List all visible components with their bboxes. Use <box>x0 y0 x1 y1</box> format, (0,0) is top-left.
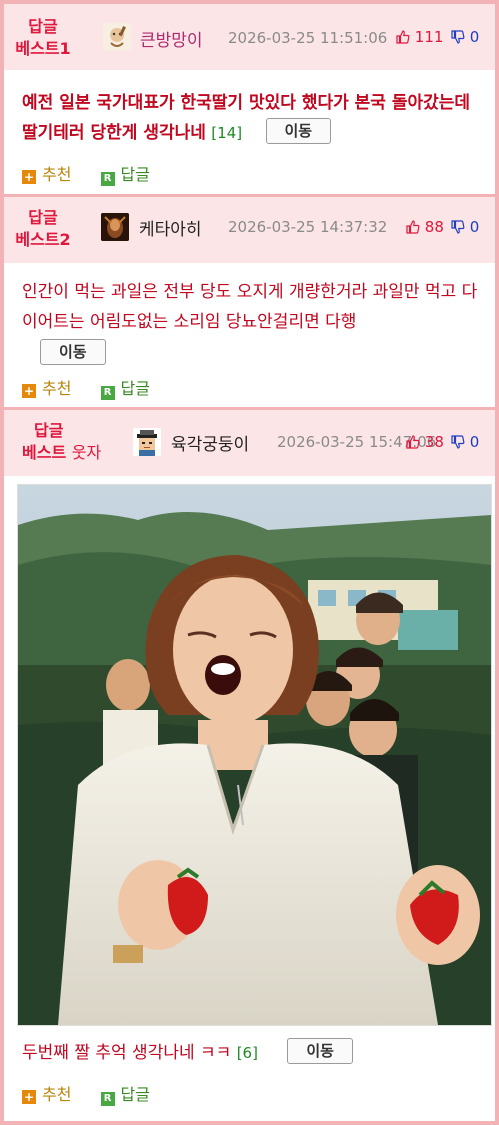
comment-body: 인간이 먹는 과일은 전부 당도 오지게 개량한거라 과일만 먹고 다이어트는 … <box>22 277 482 369</box>
move-button[interactable]: 이동 <box>287 1038 353 1064</box>
plus-icon: + <box>22 170 36 184</box>
comment-text: 두번째 짤 추억 생각나네 ㅋㅋ <box>22 1043 232 1063</box>
comment-actions: + 추천 R 답글 <box>22 375 150 400</box>
comment-body: 예전 일본 국가대표가 한국딸기 맛있다 했다가 본국 돌아갔는데 딸기테러 당… <box>22 88 482 148</box>
upvote-button[interactable]: 111 <box>396 28 443 46</box>
recommend-label: 추천 <box>42 1085 72 1104</box>
post-datetime: 2026-03-25 11:51:06 <box>228 29 388 47</box>
downvote-count: 0 <box>469 28 480 46</box>
plus-icon: + <box>22 1090 36 1104</box>
avatar[interactable] <box>101 213 129 241</box>
attached-photo[interactable] <box>17 484 492 1026</box>
downvote-count: 0 <box>469 218 480 236</box>
comment-actions: + 추천 R 답글 <box>22 161 150 186</box>
recommend-button[interactable]: + 추천 <box>22 1085 71 1104</box>
best-label: 답글 <box>28 208 58 227</box>
nickname[interactable]: 큰방망이 <box>140 26 203 51</box>
recommend-button[interactable]: + 추천 <box>22 165 71 184</box>
thumbs-up-icon <box>406 220 420 234</box>
comment-header: 답글 베스트 웃자 육각궁둥이 2026-03-25 15:47:06 38 0 <box>4 410 495 476</box>
upvote-count: 111 <box>414 28 444 46</box>
photo-strawberry-picking <box>18 485 491 1025</box>
nickname[interactable]: 육각궁둥이 <box>171 430 249 455</box>
best-badge: 답글 베스트 웃자 <box>22 420 132 464</box>
comment-header: 답글 베스트1 큰방망이 2026-03-25 11:51:06 111 0 <box>4 4 495 70</box>
reply-button[interactable]: R 답글 <box>77 165 150 186</box>
reply-r-icon: R <box>100 172 115 186</box>
plus-icon: + <box>22 384 36 398</box>
recommend-label: 추천 <box>42 379 72 398</box>
best-rank: 베스트 <box>22 443 67 462</box>
comment-list: 답글 베스트1 큰방망이 2026-03-25 11:51:06 111 0 예… <box>4 4 495 1121</box>
reply-r-icon: R <box>100 1092 115 1106</box>
recommend-label: 추천 <box>42 165 72 184</box>
best-rank: 베스트2 <box>15 230 71 249</box>
category-tag[interactable]: 웃자 <box>72 443 101 462</box>
reply-label: 답글 <box>120 165 150 184</box>
thumbs-up-icon <box>396 30 410 44</box>
best-label: 답글 <box>28 17 58 36</box>
post-datetime: 2026-03-25 14:37:32 <box>228 218 388 236</box>
comment-text: 인간이 먹는 과일은 전부 당도 오지게 개량한거라 과일만 먹고 다이어트는 … <box>22 282 478 332</box>
comment-actions: + 추천 R 답글 <box>22 1081 150 1106</box>
thumbs-down-icon <box>451 435 465 449</box>
reply-r-icon: R <box>100 386 115 400</box>
reply-button[interactable]: R 답글 <box>77 379 150 400</box>
downvote-button[interactable]: 0 <box>451 218 479 236</box>
comment-text: 예전 일본 국가대표가 한국딸기 맛있다 했다가 본국 돌아갔는데 딸기테러 당… <box>22 93 471 143</box>
reply-count: [14] <box>211 124 243 142</box>
reply-label: 답글 <box>120 379 150 398</box>
reply-button[interactable]: R 답글 <box>77 1085 150 1106</box>
upvote-button[interactable]: 88 <box>406 218 444 236</box>
upvote-button[interactable]: 38 <box>406 433 444 451</box>
upvote-count: 88 <box>424 218 444 236</box>
move-button[interactable]: 이동 <box>40 339 106 365</box>
thumbs-up-icon <box>406 435 420 449</box>
best-rank: 베스트1 <box>15 39 71 58</box>
downvote-count: 0 <box>469 433 480 451</box>
thumbs-down-icon <box>451 30 465 44</box>
nickname[interactable]: 케타아히 <box>139 215 202 240</box>
comment-header: 답글 베스트2 케타아히 2026-03-25 14:37:32 88 0 <box>4 197 495 263</box>
downvote-button[interactable]: 0 <box>451 28 479 46</box>
avatar[interactable] <box>103 23 131 51</box>
avatar[interactable] <box>133 428 161 456</box>
reply-count: [6] <box>236 1044 258 1062</box>
reply-label: 답글 <box>120 1085 150 1104</box>
best-label: 답글 <box>34 421 64 440</box>
downvote-button[interactable]: 0 <box>451 433 479 451</box>
comment-card-2: 답글 베스트2 케타아히 2026-03-25 14:37:32 88 0 인간… <box>4 197 495 407</box>
comment-body: 두번째 짤 추억 생각나네 ㅋㅋ [6] 이동 <box>22 1038 482 1068</box>
thumbs-down-icon <box>451 220 465 234</box>
recommend-button[interactable]: + 추천 <box>22 379 71 398</box>
move-button[interactable]: 이동 <box>265 118 332 144</box>
best-badge: 답글 베스트2 <box>8 207 78 251</box>
best-badge: 답글 베스트1 <box>8 16 78 60</box>
upvote-count: 38 <box>424 433 444 451</box>
comment-card-1: 답글 베스트1 큰방망이 2026-03-25 11:51:06 111 0 예… <box>4 4 495 194</box>
